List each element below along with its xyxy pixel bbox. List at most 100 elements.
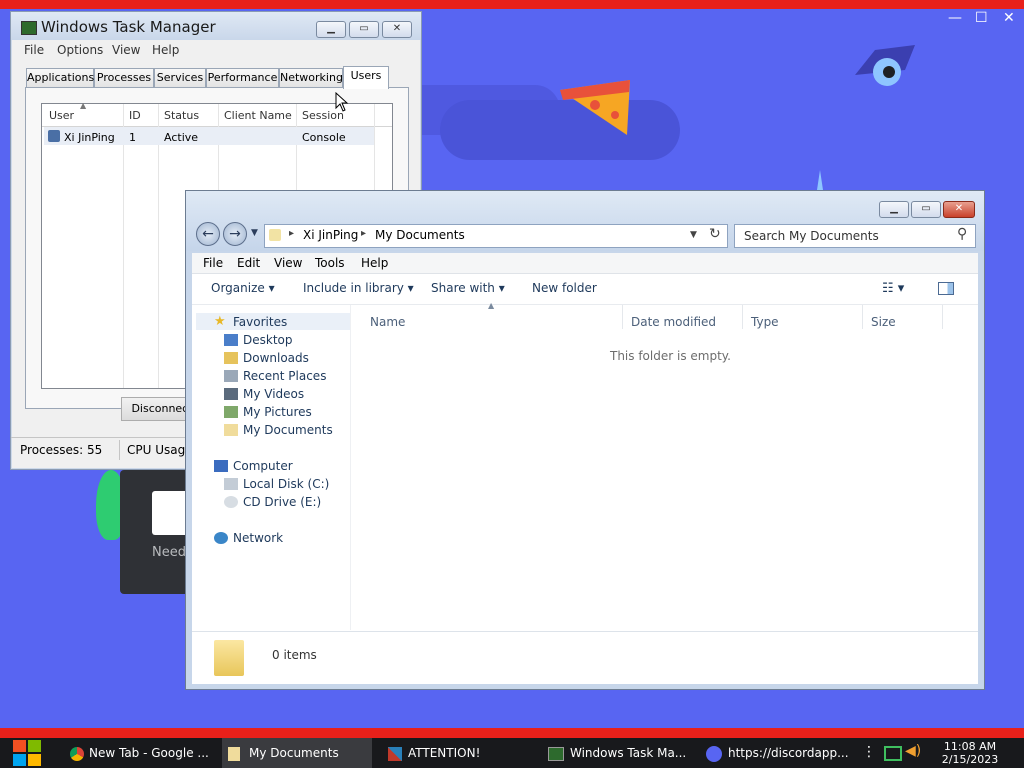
menu-edit[interactable]: Edit [237,256,260,270]
explorer-window: ▁ ▭ ✕ ← → ▼ ▸ Xi JinPing ▸ My Documents … [185,190,985,690]
nav-downloads[interactable]: Downloads [243,351,309,365]
title-bar[interactable]: Windows Task Manager ▁ ▭ ✕ [11,12,421,40]
column-header-type[interactable]: Type [751,315,779,329]
menu-file[interactable]: File [203,256,223,270]
network-status-icon[interactable] [884,746,902,761]
maximize-button[interactable]: ▭ [349,21,379,38]
status-cpu: CPU Usage [127,443,193,457]
tab-processes[interactable]: Processes [94,68,154,87]
menu-help[interactable]: Help [152,43,179,57]
local-disk-icon [224,478,238,490]
organize-button[interactable]: Organize ▾ [211,281,275,295]
new-folder-button[interactable]: New folder [532,281,597,295]
forward-button[interactable]: → [223,222,247,246]
back-button[interactable]: ← [196,222,220,246]
breadcrumb-xi-jinping[interactable]: Xi JinPing [303,228,358,242]
minimize-icon[interactable]: — [948,10,962,26]
tab-performance[interactable]: Performance [206,68,279,87]
cell-user: Xi JinPing [64,131,115,144]
menu-help[interactable]: Help [361,256,388,270]
column-divider[interactable] [742,305,743,329]
file-list[interactable]: ▲ Name Date modified Type Size This fold… [354,301,978,630]
cd-drive-icon [224,496,238,508]
recent-pages-dropdown-icon[interactable]: ▼ [251,228,258,238]
column-header-name[interactable]: Name [370,315,405,329]
search-icon[interactable]: ⚲ [957,226,967,242]
nav-computer[interactable]: Computer [233,459,293,473]
taskbar-item-label: Windows Task Ma... [570,746,687,760]
column-header-id[interactable]: ID [129,109,141,122]
taskbar-item-label: ATTENTION! [408,746,481,760]
maximize-button[interactable]: ▭ [911,201,941,218]
nav-desktop[interactable]: Desktop [243,333,293,347]
change-view-icon[interactable]: ☷ ▾ [882,281,904,296]
tab-applications[interactable]: Applications [26,68,94,87]
breadcrumb-my-documents[interactable]: My Documents [375,228,465,242]
column-header-date-modified[interactable]: Date modified [631,315,716,329]
close-icon[interactable]: ✕ [1003,10,1015,26]
preview-pane-icon[interactable] [938,282,954,295]
column-header-client-name[interactable]: Client Name [224,109,292,122]
column-header-status[interactable]: Status [164,109,199,122]
overflow-menu-icon[interactable]: ⋮ [862,744,876,760]
bottom-accent-bar [0,728,1024,738]
column-divider [123,104,124,388]
system-clock[interactable]: 11:08 AM 2/15/2023 [930,740,1010,766]
nav-favorites[interactable]: Favorites [233,315,287,329]
taskbar-item-chrome[interactable]: New Tab - Google ... [66,738,214,768]
taskbar-item-task-manager[interactable]: Windows Task Ma... [542,738,690,768]
menu-tools[interactable]: Tools [315,256,345,270]
column-divider[interactable] [622,305,623,329]
share-with-button[interactable]: Share with ▾ [431,281,505,295]
menu-options[interactable]: Options [57,43,103,57]
column-header-size[interactable]: Size [871,315,896,329]
pane-divider[interactable] [350,305,351,630]
status-divider [119,440,120,460]
minimize-button[interactable]: ▁ [316,21,346,38]
clock-date: 2/15/2023 [941,753,999,766]
nav-recent-places[interactable]: Recent Places [243,369,326,383]
pictures-icon [224,406,238,418]
volume-icon[interactable]: ◀) [905,743,921,759]
column-divider[interactable] [862,305,863,329]
downloads-icon [224,352,238,364]
sparkle-icon [817,170,823,190]
column-header-user[interactable]: User [49,109,74,122]
nav-my-documents[interactable]: My Documents [243,423,333,437]
pizza-illustration [560,80,630,135]
nav-cd-drive[interactable]: CD Drive (E:) [243,495,321,509]
refresh-icon[interactable]: ↻ [709,226,721,242]
start-button[interactable] [10,738,44,768]
include-in-library-button[interactable]: Include in library ▾ [303,281,414,295]
videos-icon [224,388,238,400]
mascot-illustration [855,45,915,86]
taskbar-item-attention[interactable]: ATTENTION! [382,738,530,768]
tab-services[interactable]: Services [154,68,206,87]
menu-view[interactable]: View [274,256,302,270]
nav-local-disk[interactable]: Local Disk (C:) [243,477,329,491]
network-icon [214,532,228,544]
empty-folder-message: This folder is empty. [610,349,731,363]
documents-icon [224,424,238,436]
close-button[interactable]: ✕ [382,21,412,38]
nav-my-pictures[interactable]: My Pictures [243,405,312,419]
cell-status: Active [164,131,199,144]
tab-networking[interactable]: Networking [279,68,343,87]
maximize-icon[interactable]: ☐ [975,10,988,26]
column-divider[interactable] [942,305,943,329]
taskbar-item-discord[interactable]: https://discordapp.... [702,738,848,768]
nav-my-videos[interactable]: My Videos [243,387,304,401]
menu-view[interactable]: View [112,43,140,57]
nav-network[interactable]: Network [233,531,283,545]
clock-time: 11:08 AM [943,740,997,753]
menu-file[interactable]: File [24,43,44,57]
search-input[interactable]: Search My Documents ⚲ [734,224,976,248]
close-button[interactable]: ✕ [943,201,975,218]
address-bar[interactable]: ▸ Xi JinPing ▸ My Documents ▼ ↻ [264,224,728,248]
address-dropdown-icon[interactable]: ▼ [690,230,697,240]
minimize-button[interactable]: ▁ [879,201,909,218]
folder-icon [269,229,281,241]
menu-bar: File Edit View Tools Help [192,253,978,274]
taskbar-item-my-documents[interactable]: My Documents [222,738,372,768]
tab-users[interactable]: Users [343,66,389,89]
